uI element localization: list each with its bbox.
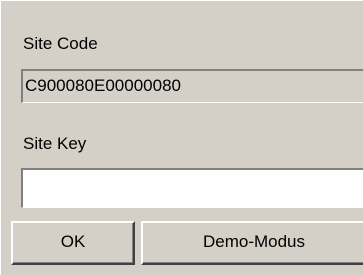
ok-button[interactable]: OK xyxy=(11,221,135,265)
license-dialog: Site Code C900080E00000080 Site Key OK D… xyxy=(0,0,363,275)
site-code-label: Site Code xyxy=(23,34,98,53)
site-code-field: C900080E00000080 xyxy=(21,69,363,103)
site-key-input[interactable] xyxy=(21,168,363,208)
site-key-label: Site Key xyxy=(23,134,87,153)
demo-mode-button[interactable]: Demo-Modus xyxy=(141,221,363,265)
